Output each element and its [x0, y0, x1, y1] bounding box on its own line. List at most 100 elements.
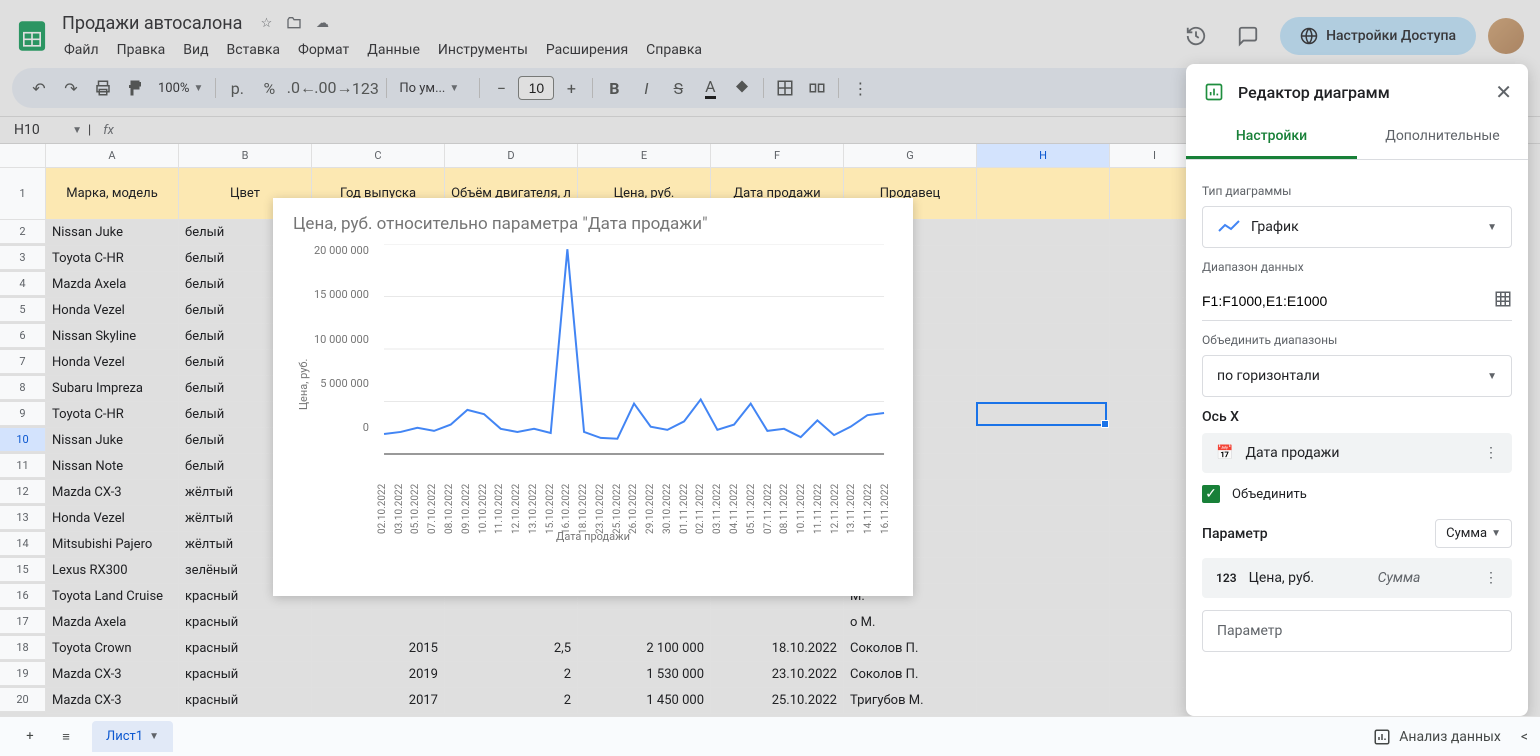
data-cell[interactable]: Honda Vezel — [46, 298, 179, 324]
currency-button[interactable]: р. — [222, 73, 252, 103]
data-cell[interactable] — [977, 376, 1110, 402]
data-cell[interactable]: 2,5 — [445, 636, 578, 662]
italic-button[interactable]: I — [631, 73, 661, 103]
data-cell[interactable] — [977, 298, 1110, 324]
chip-menu-icon[interactable]: ⋮ — [1484, 570, 1498, 586]
menu-extensions[interactable]: Расширения — [538, 38, 636, 62]
header-cell[interactable] — [977, 168, 1110, 220]
chart-type-select[interactable]: График ▼ — [1202, 206, 1512, 248]
document-title[interactable]: Продажи автосалона — [56, 11, 248, 36]
column-header[interactable]: A — [46, 144, 179, 168]
increase-font-button[interactable]: + — [556, 73, 586, 103]
redo-button[interactable]: ↷ — [56, 73, 86, 103]
data-cell[interactable] — [312, 610, 445, 636]
all-sheets-button[interactable]: ≡ — [48, 719, 84, 755]
xaxis-field-chip[interactable]: 📅 Дата продажи ⋮ — [1202, 433, 1512, 473]
font-size-input[interactable] — [518, 76, 554, 100]
paint-format-button[interactable] — [120, 73, 150, 103]
data-cell[interactable]: 25.10.2022 — [711, 688, 844, 714]
row-header[interactable]: 7 — [0, 350, 46, 374]
menu-data[interactable]: Данные — [359, 38, 428, 62]
row-header[interactable]: 20 — [0, 688, 46, 712]
increase-decimal-button[interactable]: .00→ — [318, 73, 348, 103]
row-header[interactable]: 18 — [0, 636, 46, 660]
data-cell[interactable] — [977, 272, 1110, 298]
column-header[interactable]: E — [578, 144, 711, 168]
data-range-input[interactable] — [1202, 293, 1494, 309]
data-cell[interactable] — [977, 454, 1110, 480]
data-cell[interactable] — [977, 220, 1110, 246]
chip-menu-icon[interactable]: ⋮ — [1484, 445, 1498, 461]
merge-button[interactable] — [802, 73, 832, 103]
history-icon[interactable] — [1176, 16, 1216, 56]
data-cell[interactable]: Subaru Impreza — [46, 376, 179, 402]
row-header[interactable]: 16 — [0, 584, 46, 608]
data-cell[interactable]: Nissan Skyline — [46, 324, 179, 350]
data-cell[interactable]: Тригубов М. — [844, 688, 977, 714]
merge-ranges-select[interactable]: по горизонтали ▼ — [1202, 355, 1512, 397]
data-cell[interactable]: красный — [179, 610, 312, 636]
data-cell[interactable] — [578, 610, 711, 636]
data-cell[interactable] — [977, 402, 1110, 428]
column-header[interactable]: D — [445, 144, 578, 168]
data-cell[interactable]: Nissan Note — [46, 454, 179, 480]
data-cell[interactable]: Соколов П. — [844, 662, 977, 688]
column-header[interactable]: G — [844, 144, 977, 168]
data-cell[interactable] — [977, 506, 1110, 532]
row-header[interactable]: 14 — [0, 532, 46, 556]
data-cell[interactable]: Mitsubishi Pajero — [46, 532, 179, 558]
data-cell[interactable] — [977, 662, 1110, 688]
data-cell[interactable] — [977, 610, 1110, 636]
menu-format[interactable]: Формат — [290, 38, 357, 62]
data-cell[interactable]: 18.10.2022 — [711, 636, 844, 662]
menu-file[interactable]: Файл — [56, 38, 107, 62]
data-cell[interactable]: Nissan Juke — [46, 428, 179, 454]
row-header[interactable]: 11 — [0, 454, 46, 478]
data-cell[interactable] — [977, 480, 1110, 506]
data-cell[interactable]: 23.10.2022 — [711, 662, 844, 688]
move-icon[interactable] — [284, 13, 304, 33]
row-header[interactable]: 2 — [0, 220, 46, 244]
borders-button[interactable] — [770, 73, 800, 103]
font-select[interactable]: По ум...▼ — [393, 81, 473, 96]
data-cell[interactable]: 1 450 000 — [578, 688, 711, 714]
data-cell[interactable] — [977, 246, 1110, 272]
data-cell[interactable]: 2 100 000 — [578, 636, 711, 662]
decrease-decimal-button[interactable]: .0← — [286, 73, 316, 103]
data-cell[interactable]: Nissan Juke — [46, 220, 179, 246]
data-cell[interactable]: 2017 — [312, 688, 445, 714]
data-cell[interactable]: Toyota Crown — [46, 636, 179, 662]
column-header[interactable]: F — [711, 144, 844, 168]
data-cell[interactable]: красный — [179, 662, 312, 688]
share-button[interactable]: Настройки Доступа — [1280, 17, 1476, 55]
menu-insert[interactable]: Вставка — [219, 38, 288, 62]
row-header[interactable]: 5 — [0, 298, 46, 322]
data-cell[interactable] — [977, 532, 1110, 558]
menu-tools[interactable]: Инструменты — [430, 38, 536, 62]
data-cell[interactable]: Honda Vezel — [46, 350, 179, 376]
row-header[interactable]: 9 — [0, 402, 46, 426]
data-cell[interactable]: Mazda Axela — [46, 610, 179, 636]
strikethrough-button[interactable]: S — [663, 73, 693, 103]
data-cell[interactable] — [977, 558, 1110, 584]
menu-help[interactable]: Справка — [638, 38, 710, 62]
chart-object[interactable]: Цена, руб. относительно параметра "Дата … — [273, 198, 913, 596]
data-cell[interactable] — [977, 428, 1110, 454]
data-cell[interactable] — [977, 636, 1110, 662]
close-panel-button[interactable]: ✕ — [1495, 80, 1512, 104]
zoom-select[interactable]: 100%▼ — [152, 81, 209, 96]
data-cell[interactable]: красный — [179, 636, 312, 662]
cloud-icon[interactable]: ☁ — [312, 13, 332, 33]
print-button[interactable] — [88, 73, 118, 103]
data-cell[interactable]: Honda Vezel — [46, 506, 179, 532]
data-cell[interactable]: Toyota Land Cruise — [46, 584, 179, 610]
sheets-logo[interactable] — [12, 16, 52, 56]
more-formats-button[interactable]: 123 — [350, 73, 380, 103]
menu-edit[interactable]: Правка — [109, 38, 174, 62]
tab-customize[interactable]: Дополнительные — [1357, 116, 1528, 159]
row-header[interactable]: 17 — [0, 610, 46, 634]
data-cell[interactable] — [977, 688, 1110, 714]
data-cell[interactable]: о М. — [844, 610, 977, 636]
series-field-chip[interactable]: 123 Цена, руб. Сумма ⋮ — [1202, 558, 1512, 598]
data-cell[interactable] — [711, 610, 844, 636]
